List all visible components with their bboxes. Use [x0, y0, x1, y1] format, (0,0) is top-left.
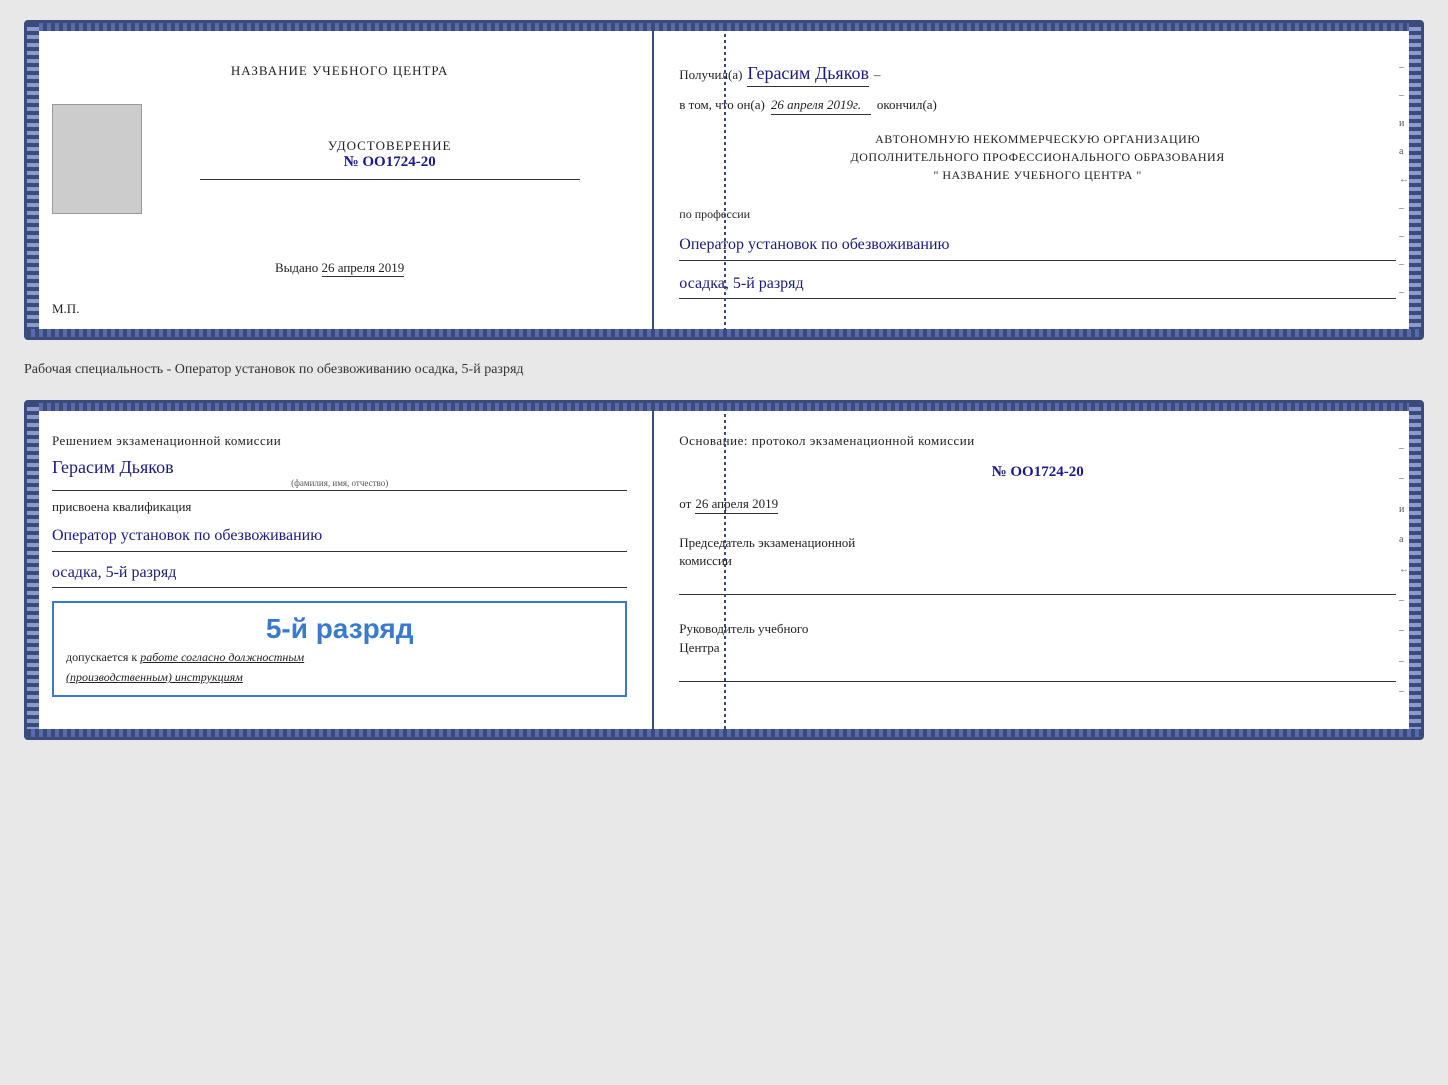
exam-right-side-dashes: – – и а ← – – – –	[1399, 433, 1407, 707]
exam-center-divider	[724, 408, 726, 732]
osnovaniye-title: Основание: протокол экзаменационной коми…	[679, 433, 1396, 449]
separator-label: Рабочая специальность - Оператор установ…	[24, 356, 1424, 384]
right-side-dashes: – – и а ← – – – –	[1399, 53, 1407, 307]
exam-fio-hint: (фамилия, имя, отчество)	[52, 478, 627, 488]
vydano-date: 26 апреля 2019	[322, 260, 405, 277]
rukovoditel-block: Руководитель учебного Центра	[679, 620, 1396, 681]
photo-placeholder	[52, 104, 142, 214]
exam-left: Решением экзаменационной комиссии Гераси…	[27, 403, 654, 737]
udostoverenie-num: № OO1724-20	[344, 154, 436, 171]
protocol-num: № OO1724-20	[679, 464, 1396, 481]
dopuskaetsya-text: допускается к работе согласно должностны…	[66, 650, 613, 665]
right-spine-decoration	[1409, 23, 1421, 337]
ot-date-value: 26 апреля 2019	[695, 496, 778, 514]
vtom-line: в том, что он(а) 26 апреля 2019г. окончи…	[679, 97, 1396, 115]
rank-badge: 5-й разряд допускается к работе согласно…	[52, 601, 627, 697]
profession-line2: осадка, 5-й разряд	[679, 271, 1396, 300]
org-name-top: НАЗВАНИЕ УЧЕБНОГО ЦЕНТРА	[231, 63, 448, 79]
vydano-line: Выдано 26 апреля 2019	[275, 260, 404, 296]
org-block: АВТОНОМНУЮ НЕКОММЕРЧЕСКУЮ ОРГАНИЗАЦИЮ ДО…	[679, 130, 1396, 184]
prisvoyena-text: присвоена квалификация	[52, 499, 627, 515]
org-line1: АВТОНОМНУЮ НЕКОММЕРЧЕСКУЮ ОРГАНИЗАЦИЮ	[679, 130, 1396, 148]
poluchil-label: Получил(а)	[679, 67, 742, 83]
top-certificate: НАЗВАНИЕ УЧЕБНОГО ЦЕНТРА УДОСТОВЕРЕНИЕ №…	[24, 20, 1424, 340]
exam-qual-line2: осадка, 5-й разряд	[52, 560, 627, 589]
org-line2: ДОПОЛНИТЕЛЬНОГО ПРОФЕССИОНАЛЬНОГО ОБРАЗО…	[679, 148, 1396, 166]
udostoverenie-title: УДОСТОВЕРЕНИЕ	[328, 138, 452, 154]
exam-qual-line1: Оператор установок по обезвоживанию	[52, 523, 627, 552]
cert-date: 26 апреля 2019г.	[771, 97, 871, 115]
mp-label: М.П.	[52, 301, 79, 317]
exam-recipient-name: Герасим Дьяков (фамилия, имя, отчество)	[52, 457, 627, 491]
exam-right-spine	[1409, 403, 1421, 737]
rukovoditel-title: Руководитель учебного Центра	[679, 620, 1396, 656]
okonchill-label: окончил(а)	[877, 97, 937, 113]
top-cert-right: Получил(а) Герасим Дьяков – в том, что о…	[654, 23, 1421, 337]
vydano-label: Выдано	[275, 260, 318, 275]
recipient-name: Герасим Дьяков	[747, 63, 869, 87]
exam-right: Основание: протокол экзаменационной коми…	[654, 403, 1421, 737]
vtom-label: в том, что он(а)	[679, 97, 765, 113]
rabota-text: работе согласно должностным	[140, 650, 304, 664]
predsedatel-block: Председатель экзаменационной комиссии	[679, 534, 1396, 595]
bottom-certificate: Решением экзаменационной комиссии Гераси…	[24, 400, 1424, 740]
predsedatel-signature-line	[679, 575, 1396, 595]
page-container: НАЗВАНИЕ УЧЕБНОГО ЦЕНТРА УДОСТОВЕРЕНИЕ №…	[24, 20, 1424, 740]
predsedatel-title: Председатель экзаменационной комиссии	[679, 534, 1396, 570]
recipient-line: Получил(а) Герасим Дьяков –	[679, 63, 1396, 87]
dash-top: –	[874, 67, 881, 83]
resheniem-title: Решением экзаменационной комиссии	[52, 433, 627, 449]
profession-line1: Оператор установок по обезвоживанию	[679, 232, 1396, 261]
po-professii-label: по профессии	[679, 207, 1396, 222]
ot-label: от	[679, 496, 691, 512]
instruktsii-text: (производственным) инструкциям	[66, 670, 613, 685]
org-line3: " НАЗВАНИЕ УЧЕБНОГО ЦЕНТРА "	[679, 166, 1396, 184]
rukovoditel-signature-line	[679, 662, 1396, 682]
top-cert-left: НАЗВАНИЕ УЧЕБНОГО ЦЕНТРА УДОСТОВЕРЕНИЕ №…	[27, 23, 654, 337]
rank-number: 5-й разряд	[66, 613, 613, 645]
udostoverenie-block: УДОСТОВЕРЕНИЕ № OO1724-20	[152, 104, 627, 214]
center-divider	[724, 28, 726, 332]
ot-date-line: от 26 апреля 2019	[679, 496, 1396, 514]
